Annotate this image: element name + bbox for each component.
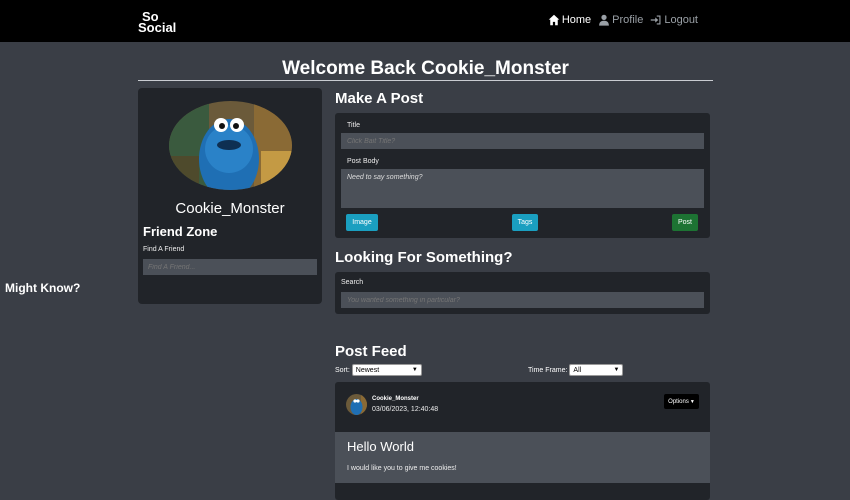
post-author-avatar[interactable] xyxy=(346,394,367,415)
make-post-heading: Make A Post xyxy=(335,90,424,107)
find-friend-label: Find A Friend xyxy=(143,246,185,253)
time-frame-label: Time Frame: xyxy=(528,366,568,374)
search-card: Search xyxy=(335,272,710,314)
tags-button[interactable]: Tags xyxy=(512,214,538,231)
post-title: Hello World xyxy=(347,439,414,454)
post-title-input[interactable] xyxy=(341,133,704,149)
search-heading: Looking For Something? xyxy=(335,249,513,266)
feed-post-card: Cookie_Monster 03/06/2023, 12:40:48 Opti… xyxy=(335,382,710,500)
options-dropdown-button[interactable]: Options ▼ xyxy=(664,394,699,409)
page-title: Welcome Back Cookie_Monster xyxy=(282,58,569,79)
nav-profile-label: Profile xyxy=(612,14,644,26)
logo[interactable]: So Social xyxy=(138,8,178,36)
chevron-down-icon: ▼ xyxy=(411,367,418,373)
nav-logout-link[interactable]: Logout xyxy=(650,14,698,26)
post-footer xyxy=(335,483,710,500)
nav-logout-label: Logout xyxy=(664,14,698,26)
sort-label: Sort: xyxy=(335,366,350,374)
find-friend-input[interactable] xyxy=(143,259,317,275)
search-input[interactable] xyxy=(341,292,704,308)
post-text: I would like you to give me cookies! xyxy=(347,465,457,472)
logout-icon xyxy=(651,15,661,25)
search-label: Search xyxy=(341,279,364,286)
profile-username: Cookie_Monster xyxy=(175,200,285,217)
sort-control: Sort: Newest ▼ xyxy=(335,364,422,376)
post-author-name[interactable]: Cookie_Monster xyxy=(372,396,419,402)
post-timestamp: 03/06/2023, 12:40:48 xyxy=(372,406,439,413)
image-button[interactable]: Image xyxy=(346,214,378,231)
caret-down-icon: ▼ xyxy=(689,398,695,405)
time-frame-value: All xyxy=(573,366,582,374)
post-title-label: Title xyxy=(347,122,360,129)
user-icon xyxy=(599,14,610,26)
logo-line2: Social xyxy=(138,20,177,35)
house-icon xyxy=(548,14,560,26)
navbar: So Social Home Profile Logout xyxy=(0,0,850,42)
chevron-down-icon: ▼ xyxy=(613,367,620,373)
post-body-label: Post Body xyxy=(347,158,379,165)
profile-card: Cookie_Monster Friend Zone Find A Friend xyxy=(138,88,322,304)
nav-home-label: Home xyxy=(561,14,592,26)
time-frame-select[interactable]: All ▼ xyxy=(569,364,624,376)
title-divider xyxy=(138,80,713,81)
nav-home-link[interactable]: Home xyxy=(548,14,591,26)
post-body-textarea[interactable]: Need to say something? xyxy=(341,169,704,208)
time-frame-control: Time Frame: All ▼ xyxy=(528,364,624,376)
nav-links: Home Profile Logout xyxy=(548,14,698,26)
sort-select[interactable]: Newest ▼ xyxy=(351,364,422,376)
make-post-card: Title Post Body Need to say something? I… xyxy=(335,113,710,238)
post-feed-heading: Post Feed xyxy=(335,343,407,360)
friend-zone-heading: Friend Zone xyxy=(143,224,218,239)
sort-value: Newest xyxy=(355,366,380,374)
profile-avatar xyxy=(169,101,292,190)
options-label: Options xyxy=(668,398,689,405)
might-know-heading: Might Know? xyxy=(5,281,81,295)
nav-profile-link[interactable]: Profile xyxy=(598,14,643,26)
post-button[interactable]: Post xyxy=(672,214,698,231)
